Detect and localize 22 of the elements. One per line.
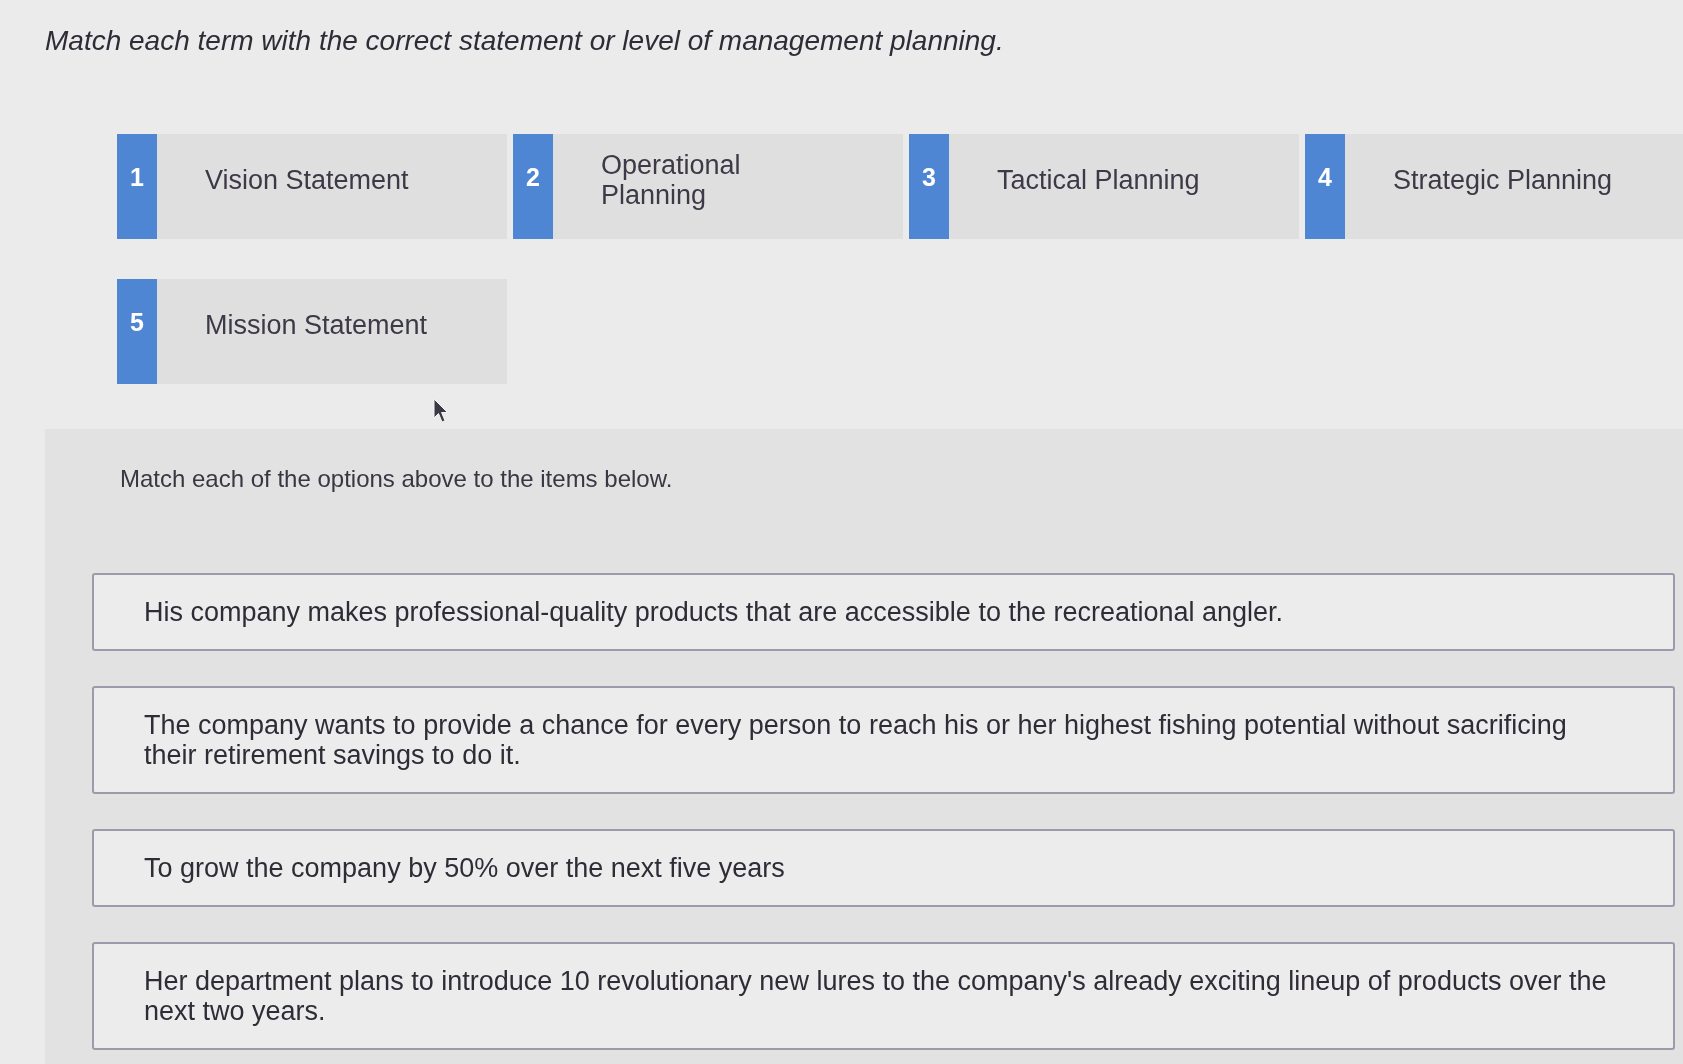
match-drop-box[interactable]: Her department plans to introduce 10 revolutionary new lures to the company's already exciting lineup of products over the next two years. [92, 942, 1675, 1050]
option-label: Strategic Planning [1393, 164, 1613, 195]
match-drop-box[interactable]: The company wants to provide a chance for every person to reach his or her highest fishing potential without sacrificing their retirement savings to do it. [92, 686, 1675, 794]
number-badge: 2 [513, 134, 553, 239]
number-badge: 5 [117, 279, 157, 384]
number-badge: 4 [1305, 134, 1345, 239]
option-card[interactable]: 2 Operational Planning [513, 134, 903, 239]
option-label: Operational Planning [601, 149, 742, 210]
number-badge: 3 [909, 134, 949, 239]
option-label: Mission Statement [205, 309, 428, 340]
option-card[interactable]: 3 Tactical Planning [909, 134, 1299, 239]
match-drop-box[interactable]: His company makes professional-quality products that are accessible to the recreational angler. [92, 573, 1675, 651]
option-card[interactable]: 4 Strategic Planning [1305, 134, 1683, 239]
number-badge: 1 [117, 134, 157, 239]
instruction-text: Match each term with the correct statement or level of management planning. [45, 24, 1005, 58]
option-card[interactable]: 5 Mission Statement [117, 279, 507, 384]
match-drop-box[interactable]: To grow the company by 50% over the next five years [92, 829, 1675, 907]
prompt-text: Match each of the options above to the items below. [120, 465, 674, 493]
option-label: Vision Statement [205, 164, 409, 195]
option-card[interactable]: 1 Vision Statement [117, 134, 507, 239]
option-label: Tactical Planning [997, 164, 1200, 195]
mouse-pointer-icon [433, 398, 449, 424]
